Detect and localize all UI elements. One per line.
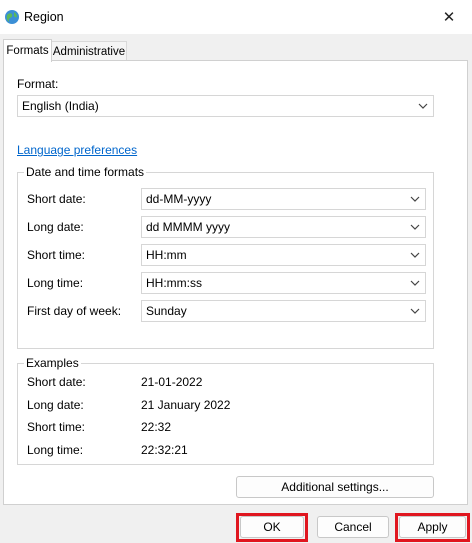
- format-label: Format:: [17, 77, 59, 91]
- cancel-button[interactable]: Cancel: [317, 516, 389, 538]
- formats-panel: Format: English (India) Language prefere…: [3, 60, 468, 505]
- example-long-time-value: 22:32:21: [141, 443, 188, 457]
- examples-title: Examples: [24, 356, 81, 370]
- chevron-down-icon: [418, 103, 428, 109]
- first-day-of-week-dropdown[interactable]: Sunday: [141, 300, 426, 322]
- long-time-dropdown[interactable]: HH:mm:ss: [141, 272, 426, 294]
- example-short-date-value: 21-01-2022: [141, 375, 203, 389]
- long-date-label: Long date:: [27, 220, 84, 234]
- example-long-date-label: Long date:: [27, 398, 84, 412]
- example-short-date-label: Short date:: [27, 375, 86, 389]
- examples-group: Examples Short date: 21-01-2022 Long dat…: [17, 356, 434, 465]
- date-time-formats-title: Date and time formats: [24, 165, 147, 179]
- long-date-value: dd MMMM yyyy: [146, 220, 230, 234]
- first-day-of-week-value: Sunday: [146, 304, 187, 318]
- format-value: English (India): [22, 99, 99, 113]
- example-long-time-label: Long time:: [27, 443, 84, 457]
- language-preferences-link[interactable]: Language preferences: [17, 143, 137, 157]
- short-time-dropdown[interactable]: HH:mm: [141, 244, 426, 266]
- chevron-down-icon: [410, 280, 420, 286]
- close-icon: ✕: [442, 9, 456, 26]
- long-date-dropdown[interactable]: dd MMMM yyyy: [141, 216, 426, 238]
- date-time-formats-group: Date and time formats Short date: dd-MM-…: [17, 165, 434, 349]
- tab-administrative[interactable]: Administrative: [52, 41, 127, 61]
- additional-settings-button[interactable]: Additional settings...: [236, 476, 434, 498]
- example-long-date-value: 21 January 2022: [141, 398, 231, 412]
- short-date-dropdown[interactable]: dd-MM-yyyy: [141, 188, 426, 210]
- ok-highlight-box: [236, 513, 308, 542]
- short-time-value: HH:mm: [146, 248, 187, 262]
- chevron-down-icon: [410, 196, 420, 202]
- chevron-down-icon: [410, 224, 420, 230]
- long-time-label: Long time:: [27, 276, 84, 290]
- chevron-down-icon: [410, 252, 420, 258]
- apply-highlight-box: [395, 513, 470, 542]
- short-date-value: dd-MM-yyyy: [146, 192, 212, 206]
- globe-icon: [5, 10, 19, 24]
- tab-formats[interactable]: Formats: [3, 39, 52, 62]
- close-button[interactable]: ✕: [426, 0, 472, 34]
- format-dropdown[interactable]: English (India): [17, 95, 434, 117]
- window-title: Region: [24, 10, 64, 24]
- tab-strip: Formats Administrative: [0, 34, 472, 62]
- chevron-down-icon: [410, 308, 420, 314]
- example-short-time-value: 22:32: [141, 420, 172, 434]
- short-date-label: Short date:: [27, 192, 86, 206]
- first-day-of-week-label: First day of week:: [27, 304, 122, 318]
- short-time-label: Short time:: [27, 248, 86, 262]
- long-time-value: HH:mm:ss: [146, 276, 202, 290]
- example-short-time-label: Short time:: [27, 420, 86, 434]
- title-bar: Region ✕: [0, 0, 472, 34]
